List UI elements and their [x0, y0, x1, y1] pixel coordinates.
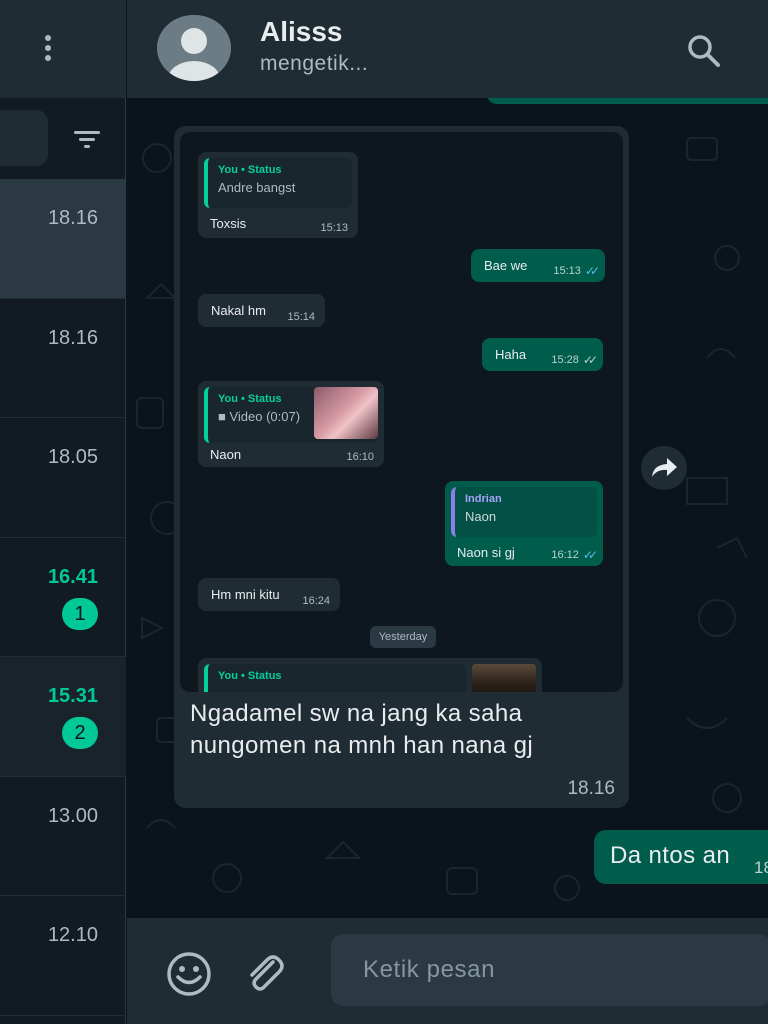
incoming-message: Hm mni kitu 16:24 — [198, 578, 340, 611]
message-text: Hm mni kitu — [211, 587, 280, 602]
chat-list-item[interactable]: 16.41 1 — [0, 538, 126, 657]
outgoing-message-bubble[interactable]: Da ntos an 18 — [594, 830, 768, 884]
chat-list-item[interactable]: 18.16 — [0, 299, 126, 418]
outgoing-message: Indrian Naon Naon si gj 16:12 ✓✓ — [445, 481, 603, 566]
screenshot-image[interactable]: You • Status Andre bangst Toxsis 15:13 B… — [180, 132, 623, 692]
emoji-icon[interactable] — [165, 950, 213, 998]
message-time: 15:14 — [287, 311, 315, 323]
filter-icon[interactable] — [70, 124, 104, 154]
chat-time: 16.41 — [47, 565, 98, 588]
date-divider: Yesterday — [370, 626, 436, 648]
chat-header[interactable]: Alisss mengetik... — [127, 0, 768, 98]
unread-badge: 1 — [62, 597, 98, 630]
quote-author: You • Status — [218, 164, 282, 176]
quoted-message: You • Status ■ Video (0:07) Naon 16:10 — [198, 381, 384, 467]
chat-time: 12.10 — [47, 924, 98, 946]
chat-time: 15.31 — [47, 685, 98, 707]
message-text: Naon — [210, 447, 242, 462]
chat-time: 18.16 — [47, 326, 98, 349]
search-icon[interactable] — [685, 32, 723, 70]
chat-list-item[interactable]: 13.00 — [0, 777, 126, 896]
status-quote: You • Status — [204, 664, 466, 692]
chat-time: 13.00 — [47, 804, 98, 827]
chat-search-box[interactable] — [0, 110, 48, 166]
message-time: 18 — [754, 858, 768, 877]
chat-list-item[interactable]: 18.16 — [0, 179, 126, 299]
quoted-message: You • Status — [198, 658, 542, 692]
chat-time: 18.05 — [47, 446, 98, 468]
message-area[interactable]: You • Status Andre bangst Toxsis 15:13 B… — [127, 98, 768, 918]
double-check-icon: ✓✓ — [582, 548, 598, 562]
message-time: 15:13 ✓✓ — [553, 264, 600, 278]
chat-list: 18.16 18.16 18.05 16.41 1 15.31 2 13.00 … — [0, 179, 126, 1016]
avatar[interactable] — [157, 15, 231, 81]
video-thumbnail — [314, 387, 378, 439]
message-time: 16:24 — [302, 595, 330, 607]
reply-quote: Indrian Naon — [451, 487, 597, 537]
message-text: Toxsis — [210, 216, 247, 231]
chat-list-panel: 18.16 18.16 18.05 16.41 1 15.31 2 13.00 … — [0, 0, 126, 1024]
quote-text: Andre bangst — [218, 180, 296, 195]
typing-status: mengetik... — [260, 52, 369, 75]
status-quote: You • Status Andre bangst — [204, 158, 352, 208]
message-time: 15:13 — [320, 222, 348, 234]
message-text: Haha — [495, 347, 527, 362]
previous-message-bubble[interactable] — [487, 98, 768, 104]
chat-time: 18.16 — [47, 207, 98, 229]
unread-badge: 2 — [62, 717, 98, 749]
message-text: Bae we — [484, 258, 528, 273]
chat-list-header — [0, 0, 126, 98]
status-thumbnail — [472, 664, 536, 692]
contact-name[interactable]: Alisss — [260, 16, 343, 48]
message-time: 16:10 — [346, 451, 374, 463]
compose-bar — [127, 918, 768, 1024]
message-input[interactable] — [331, 934, 768, 1006]
quote-author: Indrian — [465, 493, 502, 505]
chat-list-item[interactable]: 18.05 — [0, 418, 126, 538]
message-text: Da ntos an — [610, 842, 731, 869]
message-text: Naon si gj — [457, 545, 515, 560]
quote-author: You • Status — [218, 670, 282, 682]
message-time: 18.16 — [567, 778, 615, 799]
more-options-icon[interactable] — [38, 30, 58, 66]
chat-list-item[interactable]: 15.31 2 — [0, 657, 126, 777]
message-time: 15:28 ✓✓ — [551, 353, 598, 367]
forward-icon[interactable] — [641, 446, 687, 490]
double-check-icon: ✓✓ — [584, 264, 600, 278]
double-check-icon: ✓✓ — [582, 353, 598, 367]
outgoing-message: Bae we 15:13 ✓✓ — [471, 249, 605, 282]
incoming-message-bubble[interactable]: You • Status Andre bangst Toxsis 15:13 B… — [174, 126, 629, 808]
quoted-message: You • Status Andre bangst Toxsis 15:13 — [198, 152, 358, 238]
message-text: Nakal hm — [211, 303, 266, 318]
message-caption: Ngadamel sw na jang ka saha nungomen na … — [190, 700, 534, 759]
outgoing-message: Haha 15:28 ✓✓ — [482, 338, 603, 371]
chat-list-item[interactable]: 12.10 — [0, 896, 126, 1016]
incoming-message: Nakal hm 15:14 — [198, 294, 325, 327]
message-time: 16:12 ✓✓ — [551, 548, 598, 562]
attach-icon[interactable] — [243, 952, 285, 994]
quote-text: Naon — [465, 509, 497, 524]
